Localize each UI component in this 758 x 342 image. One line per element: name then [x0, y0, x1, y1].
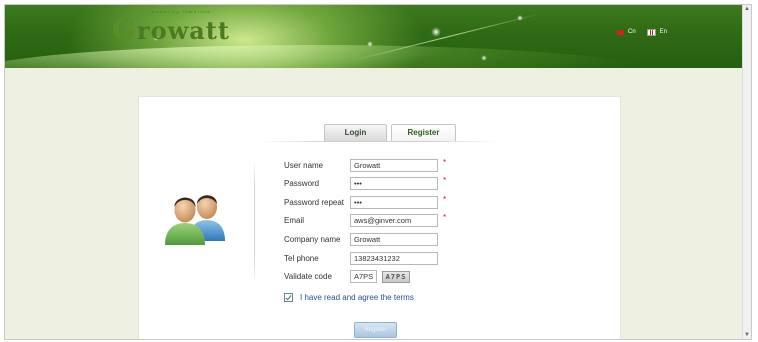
vertical-scrollbar[interactable]: ▲ ▼: [742, 5, 751, 339]
terms-checkbox[interactable]: [284, 293, 293, 302]
logo-wordmark: Growatt: [112, 13, 230, 46]
tab-register[interactable]: Register: [391, 124, 456, 141]
required-marker: *: [443, 158, 447, 167]
scroll-down-icon[interactable]: ▼: [743, 331, 751, 339]
tab-login[interactable]: Login: [324, 124, 387, 141]
username-label: User name: [284, 161, 324, 170]
header-sparkle: [481, 55, 487, 61]
header-sparkle: [517, 15, 523, 21]
required-marker: *: [443, 195, 447, 204]
terms-agreement: I have read and agree the terms: [284, 293, 414, 302]
language-switcher: Cn En: [617, 27, 667, 37]
validate-code-field[interactable]: [350, 270, 377, 283]
validate-row: Validate code A7PS: [284, 270, 410, 283]
password-label: Password: [284, 179, 320, 188]
phone-label: Tel phone: [284, 254, 319, 263]
phone-field[interactable]: [350, 252, 438, 265]
scroll-up-icon[interactable]: ▲: [743, 5, 751, 13]
company-row: Company name: [284, 233, 438, 246]
password-repeat-field[interactable]: [350, 196, 438, 209]
uk-flag-icon[interactable]: [646, 28, 656, 36]
site-header: powering tomorrow Growatt Cn En: [5, 5, 751, 68]
growatt-logo[interactable]: powering tomorrow Growatt: [112, 7, 252, 47]
username-field[interactable]: [350, 159, 438, 172]
company-label: Company name: [284, 235, 341, 244]
company-field[interactable]: [350, 233, 438, 246]
email-row: Email *: [284, 214, 446, 227]
auth-tabs: Login Register: [259, 120, 499, 142]
china-flag-icon[interactable]: [617, 29, 624, 35]
terms-link[interactable]: I have read and agree the terms: [300, 293, 414, 302]
header-sparkle: [431, 27, 441, 37]
language-cn-link[interactable]: Cn: [628, 29, 636, 35]
register-panel: Login Register User name Growatt * Passw…: [138, 96, 621, 339]
register-button[interactable]: Register: [354, 322, 397, 338]
language-en-link[interactable]: En: [660, 29, 667, 35]
header-sparkle: [367, 41, 373, 47]
required-marker: *: [443, 176, 447, 185]
captcha-image[interactable]: A7PS: [382, 270, 410, 283]
tabs-divider: [259, 141, 499, 142]
users-icon: [163, 189, 225, 245]
password-repeat-label: Password repeat: [284, 198, 345, 207]
browser-viewport: powering tomorrow Growatt Cn En Login Re…: [4, 4, 752, 340]
username-row: User name *: [284, 159, 446, 172]
email-field[interactable]: [350, 214, 438, 227]
validate-code-label: Validate code: [284, 272, 332, 281]
password-row: Password *: [284, 177, 446, 190]
email-label: Email: [284, 216, 305, 225]
password-repeat-row: Password repeat *: [284, 196, 446, 209]
panel-divider: [254, 160, 255, 284]
password-field[interactable]: [350, 177, 438, 190]
required-marker: *: [443, 213, 447, 222]
phone-row: Tel phone: [284, 252, 438, 265]
